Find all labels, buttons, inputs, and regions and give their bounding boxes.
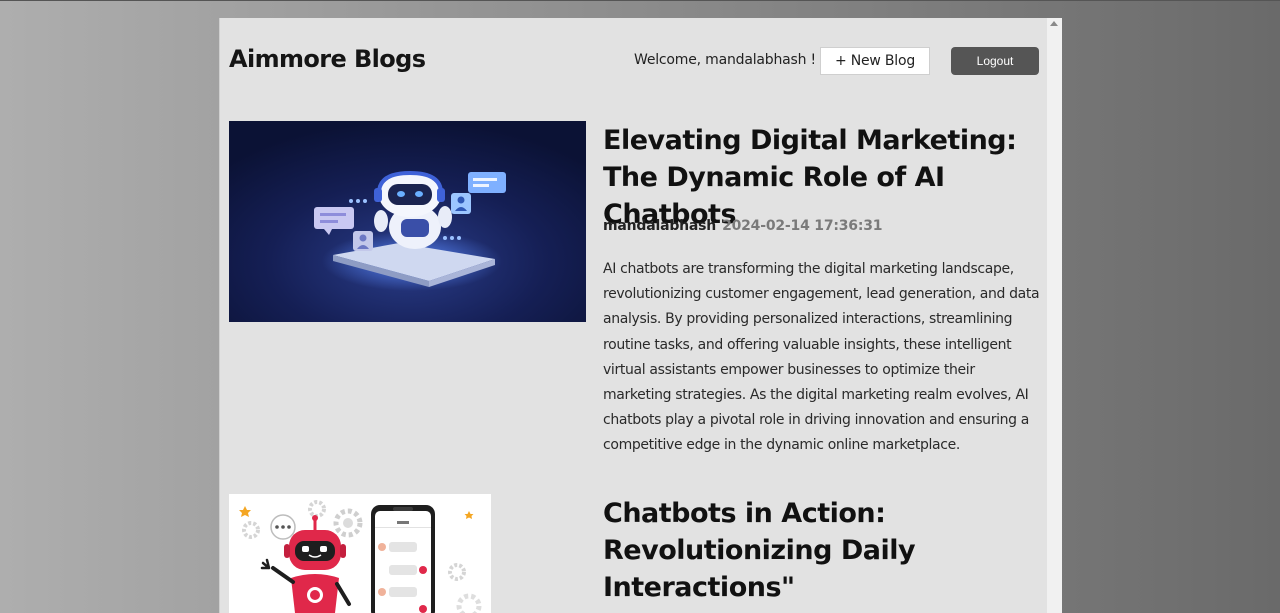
logout-button[interactable]: Logout	[951, 47, 1039, 75]
scroll-up-arrow-icon[interactable]	[1050, 21, 1058, 26]
site-title[interactable]: Aimmore Blogs	[229, 45, 426, 73]
blog-page: Aimmore Blogs Welcome, mandalabhash ! + …	[219, 18, 1048, 613]
post-excerpt: AI chatbots are transforming the digital…	[603, 261, 1040, 454]
post-image-robot-phone[interactable]	[229, 494, 491, 613]
post-title[interactable]: Chatbots in Action: Revolutionizing Dail…	[603, 495, 923, 606]
ai-chatbot-illustration	[229, 121, 586, 322]
robot-phone-illustration	[229, 494, 491, 613]
post-date: 2024-02-14 17:36:31	[722, 218, 883, 234]
welcome-text: Welcome, mandalabhash !	[634, 52, 816, 68]
vertical-scrollbar[interactable]	[1047, 18, 1062, 613]
post-image-ai-chatbot[interactable]	[229, 121, 586, 322]
post-title[interactable]: Elevating Digital Marketing: The Dynamic…	[603, 122, 1043, 233]
post-meta: mandalabhash 2024-02-14 17:36:31	[603, 218, 883, 234]
post-author: mandalabhash	[603, 218, 717, 234]
new-blog-button[interactable]: + New Blog	[820, 47, 930, 75]
browser-frame-edge	[0, 0, 1280, 1]
